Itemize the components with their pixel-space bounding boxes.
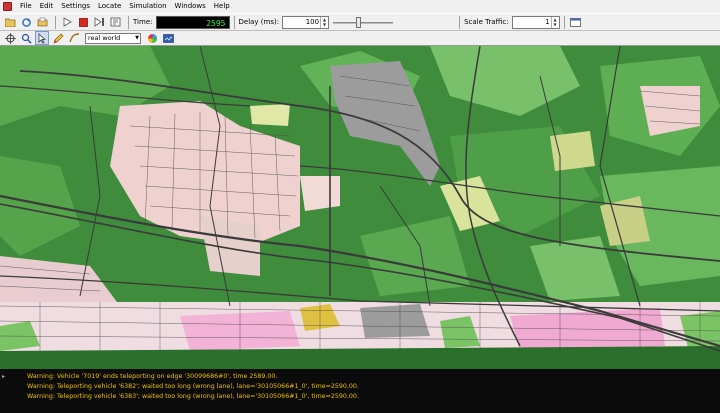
menu-settings[interactable]: Settings	[57, 0, 94, 13]
menu-file[interactable]: File	[16, 0, 36, 13]
scale-traffic-stepper-arrows[interactable]: ▲ ▼	[550, 16, 559, 28]
log-marker: ▸	[2, 373, 6, 380]
reload-icon[interactable]	[19, 15, 33, 29]
chevron-down-icon: ▼	[135, 34, 139, 41]
scale-traffic-value: 1	[545, 18, 550, 26]
delay-stepper-arrows[interactable]: ▲ ▼	[320, 16, 328, 28]
snapshot-icon[interactable]	[108, 15, 122, 29]
delay-slider-track	[333, 21, 394, 24]
main-toolbar: Time: 2595 Delay (ms): 100 ▲ ▼ Scale Traf…	[0, 13, 720, 31]
edit-mode-icon[interactable]	[51, 31, 65, 45]
save-icon[interactable]	[35, 15, 49, 29]
play-icon[interactable]	[60, 15, 74, 29]
menu-simulation[interactable]: Simulation	[125, 0, 170, 13]
toolbar-separator	[233, 15, 235, 29]
delay-slider[interactable]	[333, 16, 394, 29]
toolbar-separator	[563, 15, 565, 29]
color-scheme-select[interactable]: real world ▼	[85, 32, 141, 44]
select-mode-icon[interactable]	[35, 31, 49, 45]
color-scheme-value: real world	[88, 33, 121, 42]
step-icon[interactable]	[92, 15, 106, 29]
toolbar-separator	[128, 15, 129, 29]
toolbar-separator	[55, 15, 56, 29]
delay-label: Delay (ms):	[238, 18, 280, 26]
color-wheel-icon[interactable]	[145, 31, 159, 45]
log-line: Warning: Teleporting vehicle '6382'; wai…	[27, 383, 359, 390]
recenter-icon[interactable]	[3, 31, 17, 45]
menu-help[interactable]: Help	[210, 0, 234, 13]
network-map	[0, 46, 720, 369]
open-folder-icon[interactable]	[3, 15, 17, 29]
toolbar-separator	[459, 15, 461, 29]
log-line: Warning: Teleporting vehicle '6383'; wai…	[27, 393, 359, 400]
log-line: Warning: Vehicle '7019' ends teleporting…	[27, 373, 278, 380]
delay-stepper[interactable]: 100 ▲ ▼	[282, 15, 330, 29]
delay-value: 100	[305, 18, 320, 26]
message-log[interactable]: ▸ Warning: Vehicle '7019' ends teleporti…	[0, 369, 720, 413]
menu-edit[interactable]: Edit	[36, 0, 58, 13]
stop-icon[interactable]	[76, 15, 90, 29]
open-window-icon[interactable]	[569, 15, 583, 29]
scale-traffic-label: Scale Traffic:	[464, 18, 509, 26]
locate-icon[interactable]	[19, 31, 33, 45]
view-toolbar: real world ▼	[0, 31, 720, 46]
network-map-canvas[interactable]	[0, 46, 720, 369]
time-display: 2595	[155, 15, 230, 29]
scale-traffic-stepper[interactable]: 1 ▲ ▼	[511, 15, 560, 29]
menu-locate[interactable]: Locate	[94, 0, 125, 13]
delay-slider-thumb[interactable]	[356, 16, 362, 28]
shape-icon[interactable]	[67, 31, 81, 45]
menu-bar: File Edit Settings Locate Simulation Win…	[0, 0, 720, 13]
app-icon	[3, 2, 12, 11]
screenshot-icon[interactable]	[161, 31, 175, 45]
time-label: Time:	[133, 18, 153, 26]
menu-windows[interactable]: Windows	[171, 0, 210, 13]
